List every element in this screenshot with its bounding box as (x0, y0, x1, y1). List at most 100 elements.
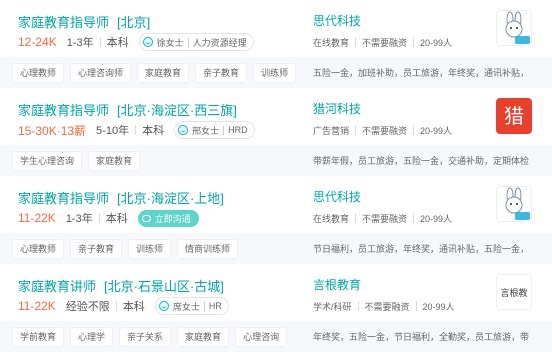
recruiter-name: 席女士 (172, 301, 200, 312)
skill-tag: 心理学 (70, 327, 114, 347)
company-name[interactable]: 猎河科技 (313, 100, 361, 117)
company-meta-item: 在线教育 (313, 213, 350, 224)
job-title[interactable]: 家庭教育指导师 (18, 103, 109, 118)
job-card-header: 家庭教育指导师 [北京·海淀区·西三旗] 15-30K·13薪 5-10年 本科 邢女士 H… (0, 88, 552, 145)
education: 本科 (142, 125, 165, 137)
job-card[interactable]: 家庭教育讲师 [北京·石景山区·古城] 11-22K 经验不限 本科 席女士 HR 言根教育学… (0, 264, 552, 352)
company-logo[interactable] (496, 186, 532, 222)
company-meta: 在线教育 不需要融资 20-99人 (313, 210, 452, 226)
company-meta-item: 不需要融资 (362, 125, 408, 136)
company-meta-item: 20-99人 (420, 125, 453, 136)
divider (355, 125, 357, 135)
skill-tag: 情商训练师 (177, 239, 239, 259)
divider (115, 301, 117, 311)
company-meta-item: 广告营销 (313, 125, 350, 136)
job-title-link[interactable]: 家庭教育指导师 [北京] (18, 12, 150, 31)
job-card-footer: 学前教育 心理学 亲子关系 家庭教育 心理咨询 年终奖，五险一金，节日福利，全勤奖，员工旅… (0, 321, 552, 352)
divider (223, 125, 225, 135)
job-card-footer: 心理教师 亲子教育 训练师 情商训练师 节日福利，员工旅游，年终奖，通讯补贴，五险一金，… (0, 233, 552, 264)
company-name[interactable]: 言根教育 (313, 276, 361, 293)
job-location: [北京] (117, 15, 151, 30)
company-meta: 在线教育 不需要融资 20-99人 (313, 34, 452, 50)
salary: 12-24K (18, 35, 57, 49)
company-meta: 广告营销 不需要融资 20-99人 (313, 122, 452, 138)
divider (413, 125, 415, 135)
skill-tag: 学前教育 (12, 327, 65, 347)
company-name[interactable]: 思代科技 (313, 188, 361, 205)
job-title-link[interactable]: 家庭教育讲师 [北京·石景山区·古城] (18, 276, 224, 295)
divider (415, 301, 417, 311)
divider (357, 301, 359, 311)
divider (355, 213, 357, 223)
job-title-link[interactable]: 家庭教育指导师 [北京·海淀区·上地] (18, 188, 224, 207)
skill-tag: 训练师 (128, 239, 172, 259)
job-card[interactable]: 家庭教育指导师 [北京] 12-24K 1-3年 本科 徐女士 人力资源经理 思代科技在线教育… (0, 0, 552, 88)
chat-now-button[interactable]: 立即沟通 (137, 209, 199, 227)
company-meta: 学术/科研 不需要融资 20-99人 (313, 298, 455, 314)
company-logo[interactable] (496, 10, 532, 46)
company-logo[interactable]: 猎 (496, 98, 532, 134)
bunny-logo-icon (505, 11, 530, 44)
chat-now-label: 立即沟通 (154, 213, 191, 224)
education: 本科 (122, 301, 145, 313)
divider (413, 37, 415, 47)
company-meta-item: 20-99人 (422, 301, 455, 312)
job-title-link[interactable]: 家庭教育指导师 [北京·海淀区·西三旗] (18, 100, 237, 119)
chat-bubble-icon (141, 214, 151, 222)
company-meta-item: 20-99人 (420, 213, 453, 224)
skill-tag: 亲子教育 (70, 239, 123, 259)
company-meta-item: 20-99人 (420, 37, 453, 48)
education: 本科 (105, 213, 128, 225)
skill-tag: 心理教师 (12, 239, 65, 259)
job-card-header: 家庭教育指导师 [北京] 12-24K 1-3年 本科 徐女士 人力资源经理 思代科技在线教育… (0, 0, 552, 57)
welfare-text: 五险一金，加班补助，员工旅游，年终奖，通讯补贴，节... (313, 68, 529, 78)
job-list: 家庭教育指导师 [北京] 12-24K 1-3年 本科 徐女士 人力资源经理 思代科技 在线教育… (0, 0, 552, 352)
company-logo[interactable]: 言根教育 (496, 274, 532, 310)
company-name[interactable]: 思代科技 (313, 12, 361, 29)
skill-tag: 心理咨询师 (70, 63, 132, 83)
skill-tags: 学前教育 心理学 亲子关系 家庭教育 心理咨询 (12, 327, 293, 347)
experience: 1-3年 (66, 37, 94, 49)
skill-tag: 亲子关系 (119, 327, 172, 347)
skill-tags: 心理教师 心理咨询师 家庭教育 亲子教育 训练师 (12, 63, 302, 83)
welfare-text: 节日福利，员工旅游，年终奖，通讯补贴，五险一金，加... (313, 244, 529, 254)
experience: 经验不限 (65, 301, 110, 313)
divider (135, 125, 137, 135)
skill-tag: 家庭教育 (137, 63, 190, 83)
job-card[interactable]: 家庭教育指导师 [北京·海淀区·西三旗] 15-30K·13薪 5-10年 本科 邢女士 H… (0, 88, 552, 176)
job-meta: 11-22K 1-3年 本科 立即沟通 (18, 209, 199, 227)
skill-tag: 学生心理咨询 (12, 151, 83, 171)
job-card-footer: 心理教师 心理咨询师 家庭教育 亲子教育 训练师 五险一金，加班补助，员工旅游，年终奖，通… (0, 57, 552, 88)
job-card-footer: 学生心理咨询 家庭教育 带薪年假，员工旅游，五险一金，交通补助，定期体检，... (0, 145, 552, 176)
welfare-text: 带薪年假，员工旅游，五险一金，交通补助，定期体检，... (313, 156, 529, 166)
job-title[interactable]: 家庭教育讲师 (18, 279, 96, 294)
recruiter-badge[interactable]: 徐女士 人力资源经理 (138, 33, 254, 51)
experience: 1-3年 (65, 213, 93, 225)
skill-tag: 心理教师 (12, 63, 65, 83)
skill-tag: 训练师 (253, 63, 297, 83)
welfare-text: 年终奖，五险一金，节日福利，全勤奖，员工旅游，带薪... (313, 332, 529, 342)
job-title[interactable]: 家庭教育指导师 (18, 15, 109, 30)
job-location: [北京·海淀区·西三旗] (117, 103, 237, 118)
job-card-header: 家庭教育讲师 [北京·石景山区·古城] 11-22K 经验不限 本科 席女士 HR 言根教育学… (0, 264, 552, 321)
divider (203, 301, 205, 311)
company-meta-item: 不需要融资 (364, 301, 410, 312)
recruiter-badge[interactable]: 邢女士 HRD (174, 121, 255, 139)
job-card[interactable]: 家庭教育指导师 [北京·海淀区·上地] 11-22K 1-3年 本科 立即沟通 思代科技 在线… (0, 176, 552, 264)
recruiter-role: HRD (228, 125, 248, 135)
job-meta: 11-22K 经验不限 本科 席女士 HR (18, 297, 229, 315)
recruiter-avatar-icon (178, 125, 189, 135)
job-title[interactable]: 家庭教育指导师 (18, 191, 109, 206)
recruiter-role: 人力资源经理 (192, 37, 247, 48)
company-meta-item: 在线教育 (313, 37, 350, 48)
skill-tag: 心理咨询 (235, 327, 288, 347)
skill-tag: 家庭教育 (88, 151, 141, 171)
recruiter-badge[interactable]: 席女士 HR (154, 297, 229, 315)
company-logo-text: 言根教育 (500, 288, 528, 298)
skill-tags: 心理教师 亲子教育 训练师 情商训练师 (12, 239, 244, 259)
company-meta-item: 不需要融资 (362, 37, 408, 48)
salary: 15-30K·13薪 (18, 123, 87, 138)
company-meta-item: 学术/科研 (313, 301, 352, 312)
recruiter-name: 邢女士 (192, 125, 220, 136)
education: 本科 (106, 37, 129, 49)
